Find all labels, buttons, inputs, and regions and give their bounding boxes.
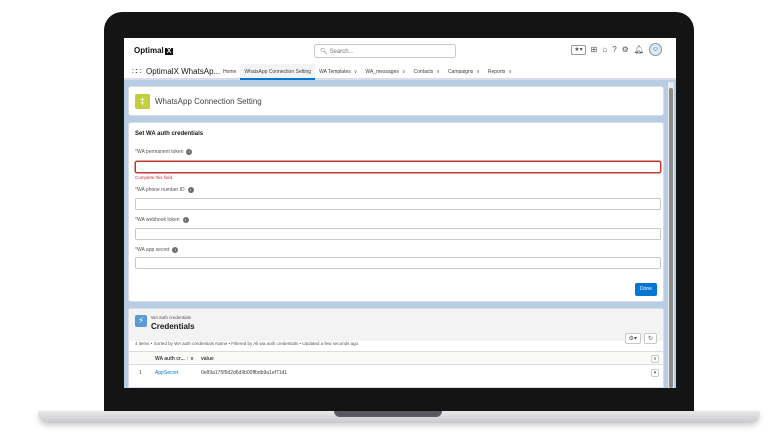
phone-number-id-input[interactable] xyxy=(135,198,661,210)
credentials-form: Set WA auth credentials *WA permanent to… xyxy=(128,122,664,302)
laptop-notch xyxy=(334,411,442,417)
chevron-down-icon[interactable]: ∨ xyxy=(476,69,480,75)
logo[interactable]: Optimal X xyxy=(134,46,174,55)
chevron-down-icon[interactable]: ∨ xyxy=(402,69,406,75)
nav-item-contacts[interactable]: Contacts ∨ xyxy=(410,64,444,80)
form-title: Set WA auth credentials xyxy=(135,131,204,137)
field-error-message: Complete this field. xyxy=(135,175,174,180)
column-header-name[interactable]: WA auth cr... ↑ ∨ xyxy=(155,356,194,362)
page-header: ‡ WhatsApp Connection Setting xyxy=(128,86,664,116)
related-list-actions: ⚙▾ ↻ xyxy=(624,333,657,344)
nav-item-reports[interactable]: Reports ∨ xyxy=(484,64,516,80)
nav-item-whatsapp-connection-setting[interactable]: WhatsApp Connection Setting xyxy=(240,64,316,80)
nav-items: Home WhatsApp Connection Setting WA Temp… xyxy=(219,64,516,80)
header-utilities: ★▾ ⊞ ⌂ ? ⚙ 🔔︎ ☺ xyxy=(571,43,662,56)
global-search-input[interactable]: 🔍︎ Search... xyxy=(314,44,456,58)
trailhead-icon[interactable]: ⌂ xyxy=(602,45,607,54)
table-header: WA auth cr... ↑ ∨ value ∨ xyxy=(129,351,663,365)
table-row: 1 AppSecret 0e89a175f5d2d6d9b00ffbdb9a1e… xyxy=(129,366,663,380)
field-label-webhook-token: *WA webhook token i xyxy=(135,217,189,223)
row-number: 1 xyxy=(139,370,142,376)
webhook-token-input[interactable] xyxy=(135,228,661,240)
lightning-icon: ⚡︎ xyxy=(135,315,147,327)
setup-gear-icon[interactable]: ⚙ xyxy=(622,45,629,54)
column-header-value[interactable]: value xyxy=(201,356,214,362)
notifications-bell-icon[interactable]: 🔔︎ xyxy=(634,45,644,54)
chevron-down-icon[interactable]: ∨ xyxy=(508,69,512,75)
list-settings-gear-icon[interactable]: ⚙▾ xyxy=(624,333,641,344)
chevron-down-icon[interactable]: ∨ xyxy=(354,69,358,75)
page-tab-icon: ‡ xyxy=(135,94,150,109)
done-button[interactable]: Done xyxy=(635,283,657,296)
avatar[interactable]: ☺ xyxy=(649,43,662,56)
search-icon: 🔍︎ xyxy=(320,49,328,55)
chevron-down-icon[interactable]: ∨ xyxy=(436,69,440,75)
global-header: Optimal X 🔍︎ Search... ★▾ ⊞ ⌂ ? ⚙ 🔔︎ ☺ xyxy=(124,38,676,64)
screen: Optimal X 🔍︎ Search... ★▾ ⊞ ⌂ ? ⚙ 🔔︎ ☺ ∷∷ … xyxy=(124,38,676,388)
favorites-button[interactable]: ★▾ xyxy=(571,44,586,55)
nav-item-home[interactable]: Home xyxy=(219,64,240,80)
row-name-link[interactable]: AppSecret xyxy=(155,370,178,376)
refresh-icon[interactable]: ↻ xyxy=(643,333,657,344)
info-icon[interactable]: i xyxy=(186,149,193,155)
page-title: WhatsApp Connection Setting xyxy=(155,97,262,106)
nav-item-wa-templates[interactable]: WA Templates ∨ xyxy=(315,64,361,80)
help-icon[interactable]: ? xyxy=(612,45,616,54)
credentials-related-list: ⚡︎ WA auth credentials Credentials ⚙▾ ↻ … xyxy=(128,308,664,388)
app-secret-input[interactable] xyxy=(135,257,661,269)
page-scrollbar[interactable] xyxy=(668,82,674,388)
nav-item-campaigns[interactable]: Campaigns ∨ xyxy=(444,64,484,80)
info-icon[interactable]: i xyxy=(187,187,194,193)
related-list-object-name: WA auth credentials xyxy=(151,315,191,320)
list-meta-info: 4 items • Sorted by WA auth credentials … xyxy=(135,341,359,346)
field-label-phone-number-id: *WA phone number ID i xyxy=(135,187,194,193)
related-list-title[interactable]: Credentials xyxy=(151,322,195,331)
field-label-permanent-token: *WA permanent token i xyxy=(135,149,193,155)
app-launcher-icon[interactable]: ∷∷ xyxy=(132,67,141,76)
logo-badge: X xyxy=(164,48,174,55)
info-icon[interactable]: i xyxy=(182,217,189,223)
info-icon[interactable]: i xyxy=(172,247,179,253)
app-name: OptimalX WhatsAp... xyxy=(146,67,221,76)
related-list-header: ⚡︎ WA auth credentials Credentials ⚙▾ ↻ xyxy=(129,309,663,344)
permanent-token-input[interactable] xyxy=(135,161,661,173)
scrollbar-thumb[interactable] xyxy=(669,88,673,388)
laptop-frame: Optimal X 🔍︎ Search... ★▾ ⊞ ⌂ ? ⚙ 🔔︎ ☺ ∷∷ … xyxy=(0,0,770,434)
row-actions-chevron-icon[interactable]: ▾ xyxy=(651,369,659,377)
column-menu-chevron-icon[interactable]: ∨ xyxy=(651,355,659,363)
row-value: 0e89a175f5d2d6d9b00ffbdb9a1ef71d1 xyxy=(201,370,288,376)
field-label-app-secret: *WA app secret i xyxy=(135,247,179,253)
add-icon[interactable]: ⊞ xyxy=(591,45,598,54)
nav-item-wa-messages[interactable]: WA_messages ∨ xyxy=(361,64,409,80)
app-navigation: ∷∷ OptimalX WhatsAp... Home WhatsApp Con… xyxy=(124,64,676,80)
